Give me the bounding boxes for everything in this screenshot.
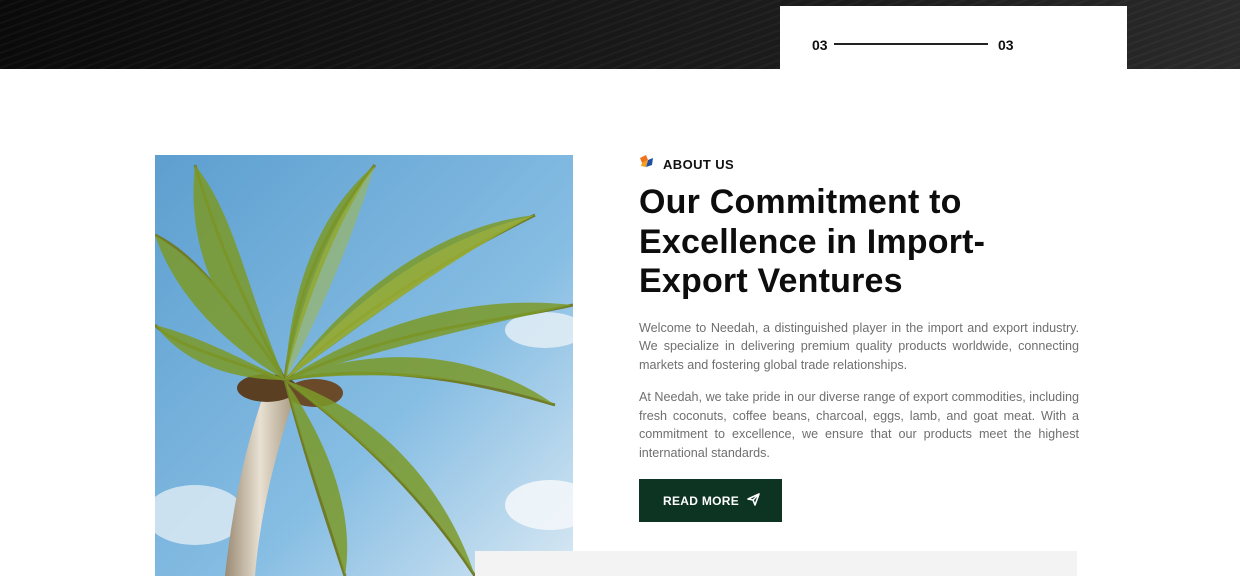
logo-icon [639, 154, 654, 174]
read-more-button[interactable]: READ MORE [639, 479, 782, 522]
about-eyebrow-text: ABOUT US [663, 156, 735, 172]
feature-card-background [475, 551, 1077, 576]
about-title: Our Commitment to Excellence in Import-E… [639, 183, 986, 300]
slide-progress-line [834, 43, 988, 45]
about-paragraph-1: Welcome to Needah, a distinguished playe… [639, 320, 1079, 372]
slide-total-number: 03 [998, 37, 1014, 53]
read-more-label: READ MORE [663, 493, 740, 508]
paper-plane-icon [747, 492, 760, 509]
about-section: ABOUT US Our Commitment to Excellence in… [639, 155, 1079, 522]
about-paragraph-2: At Needah, we take pride in our diverse … [639, 390, 1079, 460]
palm-tree-image [155, 155, 573, 576]
slider-counter: 03 03 [780, 6, 1127, 69]
slide-current-number: 03 [812, 37, 828, 53]
about-eyebrow: ABOUT US [639, 155, 1079, 173]
